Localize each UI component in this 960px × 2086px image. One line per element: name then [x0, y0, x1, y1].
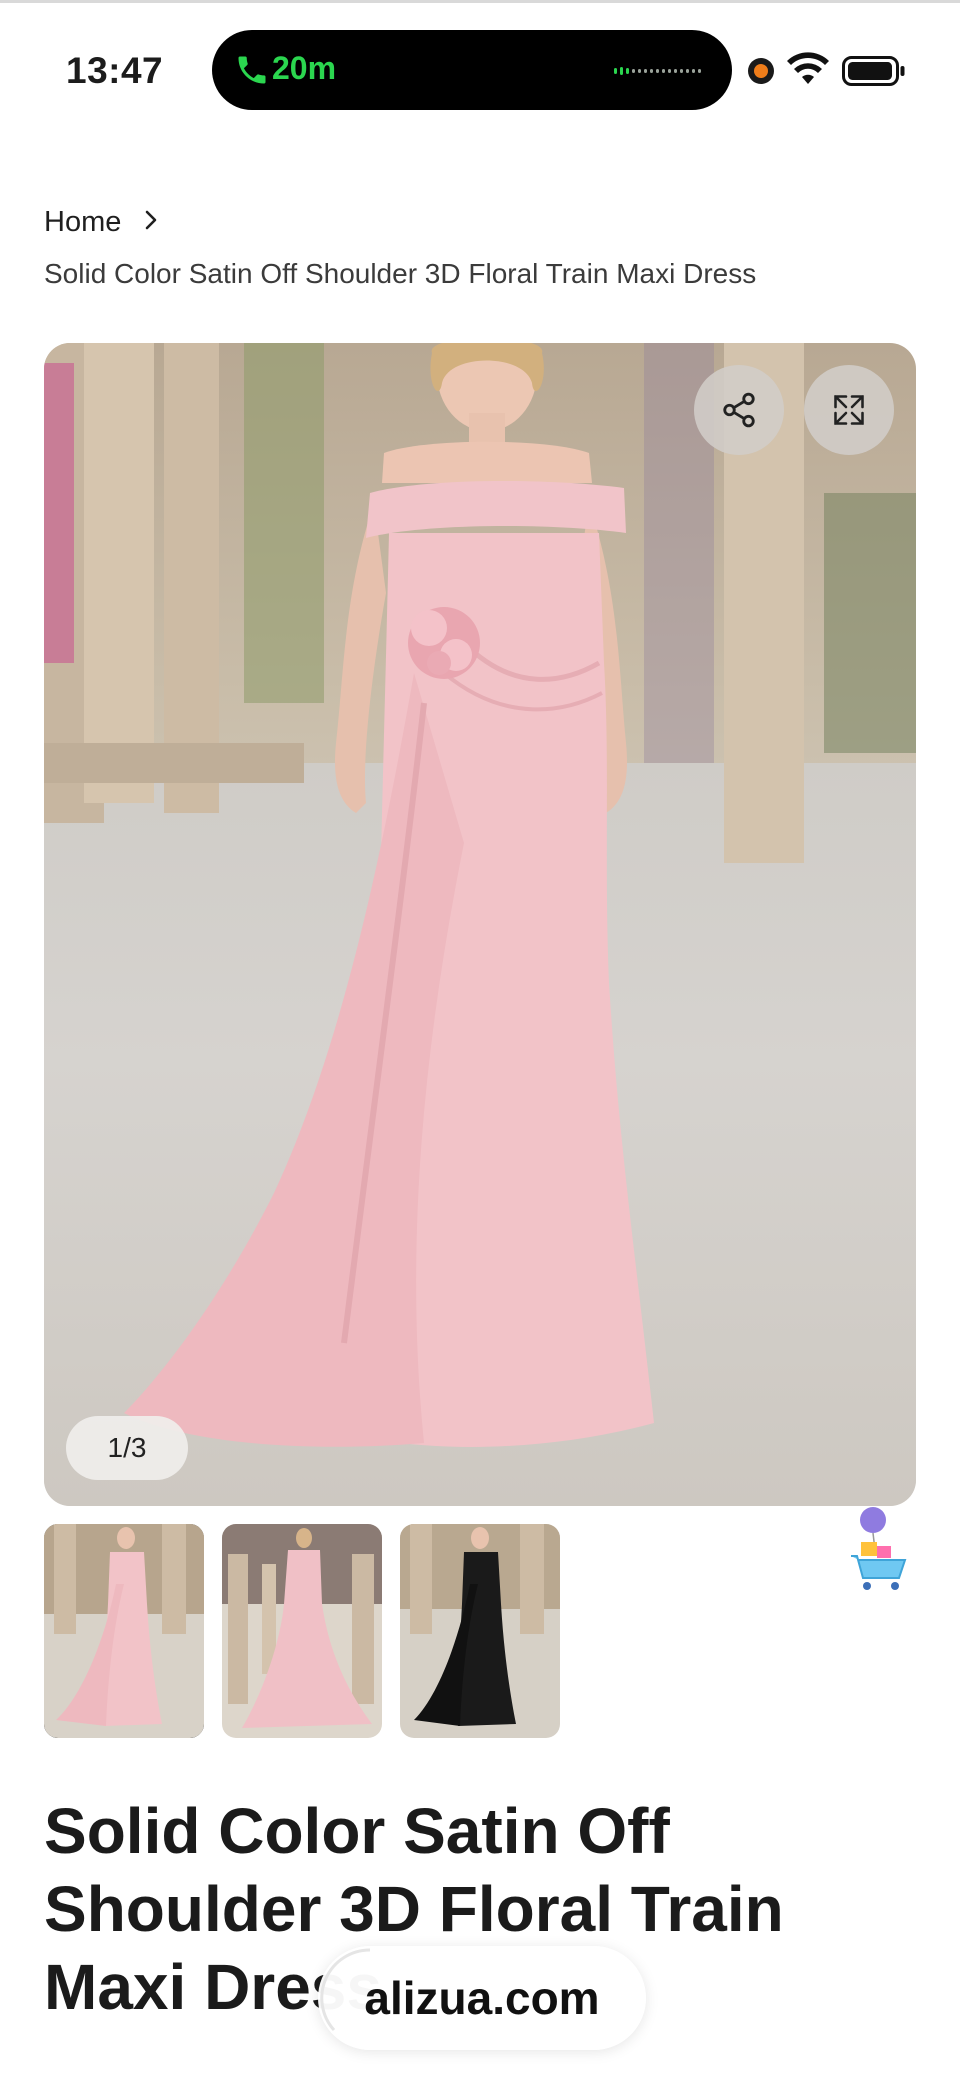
top-divider: [0, 0, 960, 3]
thumbnail-image: [400, 1524, 560, 1738]
loading-spinner-icon: [320, 1948, 371, 2031]
dress-photo: [44, 343, 916, 1447]
thumbnail-image: [44, 1524, 204, 1738]
breadcrumb-home-link[interactable]: Home: [44, 206, 121, 238]
thumbnail-3[interactable]: [400, 1524, 560, 1738]
thumbnail-1[interactable]: [44, 1524, 204, 1738]
breadcrumb: Home: [44, 206, 158, 239]
recording-dot-icon: [748, 58, 774, 84]
chevron-right-icon: [144, 209, 158, 238]
wifi-icon: [787, 52, 829, 84]
image-counter: 1/3: [66, 1416, 188, 1480]
thumbnail-2[interactable]: [222, 1524, 382, 1738]
url-overlay[interactable]: alizua.com: [318, 1946, 646, 2050]
share-icon: [723, 392, 755, 428]
expand-button[interactable]: [804, 365, 894, 455]
phone-icon: [238, 56, 266, 84]
call-duration: 20m: [272, 50, 337, 86]
shopping-cart-balloon-icon[interactable]: [843, 1504, 913, 1596]
battery-icon: [842, 56, 905, 86]
status-bar: 13:47 20m: [0, 28, 960, 112]
dynamic-island-call[interactable]: 20m: [212, 30, 732, 110]
share-button[interactable]: [694, 365, 784, 455]
breadcrumb-current: Solid Color Satin Off Shoulder 3D Floral…: [44, 258, 757, 289]
thumbnail-image: [222, 1524, 382, 1738]
expand-icon: [834, 395, 864, 425]
status-time: 13:47: [66, 50, 164, 91]
waveform-icon: [614, 67, 701, 75]
price-peek: [44, 2064, 164, 2086]
product-main-image[interactable]: 1/3: [44, 343, 916, 1506]
